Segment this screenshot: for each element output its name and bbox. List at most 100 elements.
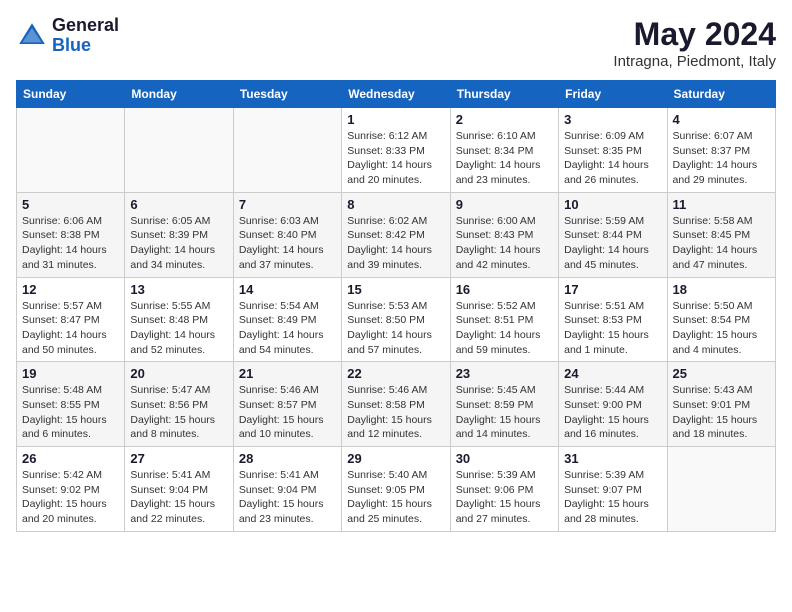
day-info: Sunrise: 5:43 AMSunset: 9:01 PMDaylight:… [673, 383, 770, 442]
logo-blue-text: Blue [52, 36, 119, 56]
day-info: Sunrise: 6:12 AMSunset: 8:33 PMDaylight:… [347, 129, 444, 188]
calendar-cell: 6 Sunrise: 6:05 AMSunset: 8:39 PMDaylight… [125, 192, 233, 277]
day-info: Sunrise: 5:46 AMSunset: 8:57 PMDaylight:… [239, 383, 336, 442]
calendar-cell: 11Sunrise: 5:58 AMSunset: 8:45 PMDayligh… [667, 192, 775, 277]
calendar-week-row: 12 Sunrise: 5:57 AMSunset: 8:47 PMDayligh… [17, 277, 776, 362]
calendar-table: SundayMondayTuesdayWednesdayThursdayFrid… [16, 80, 776, 532]
day-number: 31 [564, 451, 661, 466]
day-of-week-header: Monday [125, 81, 233, 108]
day-info: Sunrise: 5:42 AMSunset: 9:02 PMDaylight:… [22, 468, 119, 527]
logo-general-text: General [52, 16, 119, 36]
day-of-week-header: Saturday [667, 81, 775, 108]
day-number: 17 [564, 282, 661, 297]
day-info: Sunrise: 5:54 AMSunset: 8:49 PMDaylight:… [239, 299, 336, 358]
calendar-cell: 14 Sunrise: 5:54 AMSunset: 8:49 PMDayligh… [233, 277, 341, 362]
logo: General Blue [16, 16, 119, 56]
calendar-cell [667, 447, 775, 532]
day-of-week-header: Thursday [450, 81, 558, 108]
day-info: Sunrise: 6:05 AMSunset: 8:39 PMDaylight:… [130, 214, 227, 273]
day-number: 1 [347, 112, 444, 127]
calendar-cell [125, 108, 233, 193]
subtitle: Intragna, Piedmont, Italy [613, 53, 776, 70]
day-info: Sunrise: 6:03 AMSunset: 8:40 PMDaylight:… [239, 214, 336, 273]
day-of-week-header: Wednesday [342, 81, 450, 108]
calendar-cell: 16Sunrise: 5:52 AMSunset: 8:51 PMDayligh… [450, 277, 558, 362]
calendar-cell: 25 Sunrise: 5:43 AMSunset: 9:01 PMDayligh… [667, 362, 775, 447]
calendar-cell: 15 Sunrise: 5:53 AMSunset: 8:50 PMDayligh… [342, 277, 450, 362]
calendar-cell: 10 Sunrise: 5:59 AMSunset: 8:44 PMDayligh… [559, 192, 667, 277]
day-number: 19 [22, 366, 119, 381]
calendar-cell: 29Sunrise: 5:40 AMSunset: 9:05 PMDayligh… [342, 447, 450, 532]
day-number: 25 [673, 366, 770, 381]
day-number: 26 [22, 451, 119, 466]
calendar-cell: 7 Sunrise: 6:03 AMSunset: 8:40 PMDaylight… [233, 192, 341, 277]
day-info: Sunrise: 5:55 AMSunset: 8:48 PMDaylight:… [130, 299, 227, 358]
day-info: Sunrise: 6:10 AMSunset: 8:34 PMDaylight:… [456, 129, 553, 188]
calendar-week-row: 19Sunrise: 5:48 AMSunset: 8:55 PMDayligh… [17, 362, 776, 447]
day-number: 9 [456, 197, 553, 212]
day-of-week-header: Friday [559, 81, 667, 108]
calendar-week-row: 5 Sunrise: 6:06 AMSunset: 8:38 PMDaylight… [17, 192, 776, 277]
day-number: 13 [130, 282, 227, 297]
day-info: Sunrise: 6:09 AMSunset: 8:35 PMDaylight:… [564, 129, 661, 188]
day-number: 10 [564, 197, 661, 212]
day-number: 2 [456, 112, 553, 127]
calendar-cell: 31 Sunrise: 5:39 AMSunset: 9:07 PMDayligh… [559, 447, 667, 532]
day-info: Sunrise: 5:44 AMSunset: 9:00 PMDaylight:… [564, 383, 661, 442]
calendar-cell: 28Sunrise: 5:41 AMSunset: 9:04 PMDayligh… [233, 447, 341, 532]
calendar-cell: 19Sunrise: 5:48 AMSunset: 8:55 PMDayligh… [17, 362, 125, 447]
calendar-cell: 9Sunrise: 6:00 AMSunset: 8:43 PMDaylight… [450, 192, 558, 277]
calendar-cell [233, 108, 341, 193]
day-info: Sunrise: 6:06 AMSunset: 8:38 PMDaylight:… [22, 214, 119, 273]
day-of-week-header: Sunday [17, 81, 125, 108]
day-info: Sunrise: 5:41 AMSunset: 9:04 PMDaylight:… [130, 468, 227, 527]
day-number: 3 [564, 112, 661, 127]
day-number: 12 [22, 282, 119, 297]
day-info: Sunrise: 5:50 AMSunset: 8:54 PMDaylight:… [673, 299, 770, 358]
day-number: 4 [673, 112, 770, 127]
day-number: 6 [130, 197, 227, 212]
calendar-cell: 13 Sunrise: 5:55 AMSunset: 8:48 PMDayligh… [125, 277, 233, 362]
day-info: Sunrise: 6:02 AMSunset: 8:42 PMDaylight:… [347, 214, 444, 273]
calendar-cell: 2 Sunrise: 6:10 AMSunset: 8:34 PMDaylight… [450, 108, 558, 193]
day-info: Sunrise: 5:39 AMSunset: 9:07 PMDaylight:… [564, 468, 661, 527]
day-number: 24 [564, 366, 661, 381]
day-number: 14 [239, 282, 336, 297]
calendar-cell: 12 Sunrise: 5:57 AMSunset: 8:47 PMDayligh… [17, 277, 125, 362]
calendar-week-row: 1 Sunrise: 6:12 AMSunset: 8:33 PMDaylight… [17, 108, 776, 193]
calendar-cell: 3 Sunrise: 6:09 AMSunset: 8:35 PMDaylight… [559, 108, 667, 193]
calendar-cell: 23Sunrise: 5:45 AMSunset: 8:59 PMDayligh… [450, 362, 558, 447]
day-info: Sunrise: 5:57 AMSunset: 8:47 PMDaylight:… [22, 299, 119, 358]
day-info: Sunrise: 5:40 AMSunset: 9:05 PMDaylight:… [347, 468, 444, 527]
day-info: Sunrise: 5:59 AMSunset: 8:44 PMDaylight:… [564, 214, 661, 273]
day-number: 16 [456, 282, 553, 297]
day-number: 7 [239, 197, 336, 212]
calendar-header-row: SundayMondayTuesdayWednesdayThursdayFrid… [17, 81, 776, 108]
calendar-cell: 26 Sunrise: 5:42 AMSunset: 9:02 PMDayligh… [17, 447, 125, 532]
day-info: Sunrise: 5:51 AMSunset: 8:53 PMDaylight:… [564, 299, 661, 358]
day-number: 30 [456, 451, 553, 466]
day-number: 27 [130, 451, 227, 466]
day-of-week-header: Tuesday [233, 81, 341, 108]
day-info: Sunrise: 5:53 AMSunset: 8:50 PMDaylight:… [347, 299, 444, 358]
logo-icon [16, 20, 48, 52]
day-number: 5 [22, 197, 119, 212]
calendar-cell: 5 Sunrise: 6:06 AMSunset: 8:38 PMDaylight… [17, 192, 125, 277]
day-number: 8 [347, 197, 444, 212]
calendar-cell: 18 Sunrise: 5:50 AMSunset: 8:54 PMDayligh… [667, 277, 775, 362]
day-info: Sunrise: 5:41 AMSunset: 9:04 PMDaylight:… [239, 468, 336, 527]
day-number: 20 [130, 366, 227, 381]
day-info: Sunrise: 5:58 AMSunset: 8:45 PMDaylight:… [673, 214, 770, 273]
day-info: Sunrise: 5:39 AMSunset: 9:06 PMDaylight:… [456, 468, 553, 527]
calendar-cell: 4Sunrise: 6:07 AMSunset: 8:37 PMDaylight… [667, 108, 775, 193]
calendar-cell: 22Sunrise: 5:46 AMSunset: 8:58 PMDayligh… [342, 362, 450, 447]
calendar-cell [17, 108, 125, 193]
title-block: May 2024 Intragna, Piedmont, Italy [613, 16, 776, 70]
calendar-cell: 30 Sunrise: 5:39 AMSunset: 9:06 PMDayligh… [450, 447, 558, 532]
day-number: 21 [239, 366, 336, 381]
day-number: 18 [673, 282, 770, 297]
calendar-cell: 21 Sunrise: 5:46 AMSunset: 8:57 PMDayligh… [233, 362, 341, 447]
calendar-cell: 27 Sunrise: 5:41 AMSunset: 9:04 PMDayligh… [125, 447, 233, 532]
day-number: 15 [347, 282, 444, 297]
calendar-cell: 8 Sunrise: 6:02 AMSunset: 8:42 PMDaylight… [342, 192, 450, 277]
